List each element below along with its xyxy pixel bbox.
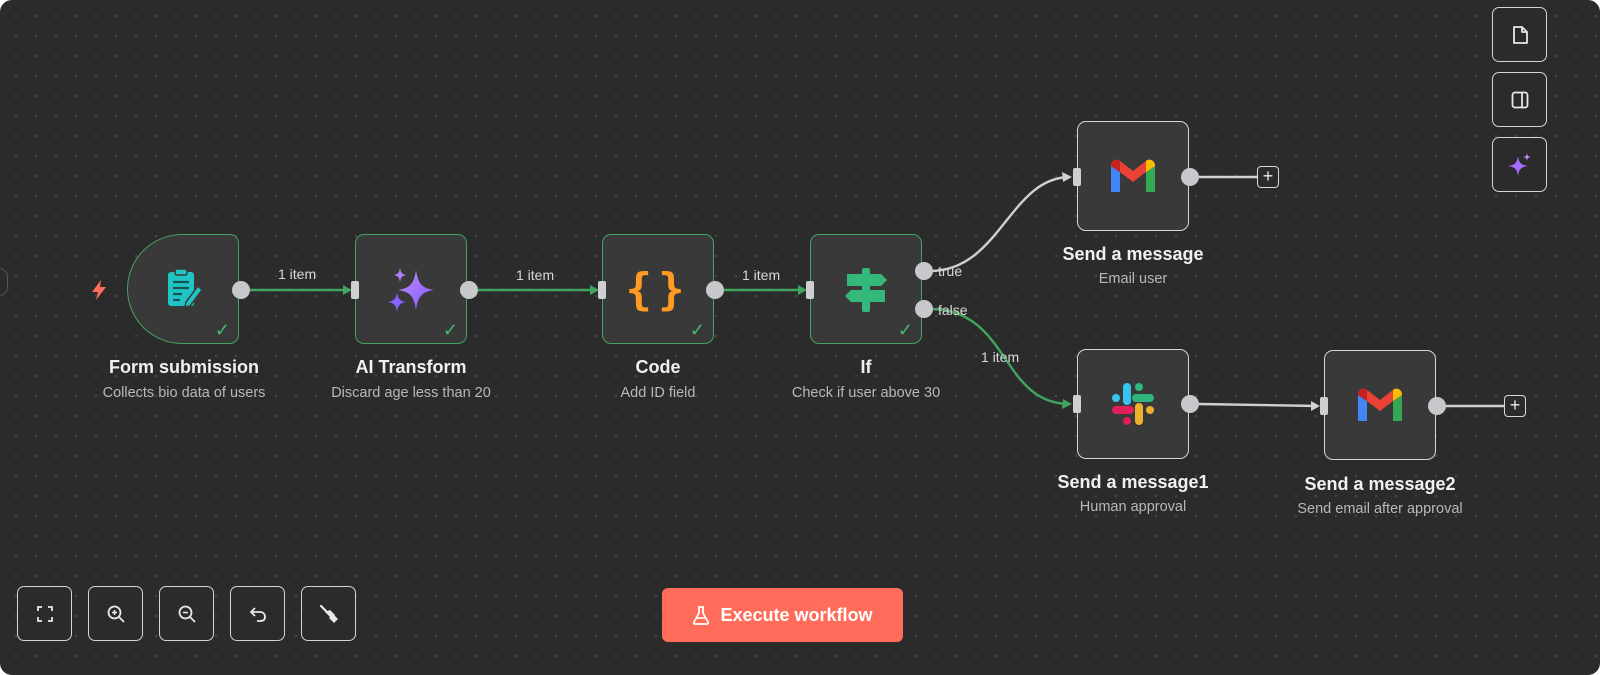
output-port-true[interactable]	[915, 262, 933, 280]
slack-icon	[1112, 383, 1154, 425]
node-title: Send a message	[1062, 244, 1204, 264]
node-send-message2[interactable]	[1324, 350, 1436, 460]
edge-label-false-slack: 1 item	[981, 349, 1020, 365]
input-port[interactable]	[351, 281, 359, 299]
undo-icon	[249, 606, 266, 622]
edge-label-form-ai: 1 item	[278, 266, 317, 282]
output-port[interactable]	[460, 281, 478, 299]
braces-icon: {}	[625, 263, 691, 315]
connections-layer	[250, 172, 1504, 411]
success-check-icon: ✓	[897, 320, 913, 340]
execute-workflow-button[interactable]: Execute workflow	[662, 588, 903, 642]
node-subtitle: Check if user above 30	[791, 385, 941, 401]
undo-button[interactable]	[230, 586, 285, 641]
node-title: AI Transform	[355, 357, 467, 377]
output-port[interactable]	[1181, 168, 1199, 186]
edge-slack-to-gmail2	[1197, 402, 1319, 408]
gmail-icon	[1111, 159, 1155, 192]
node-form-submission[interactable]: ✓	[127, 234, 239, 344]
form-icon	[168, 268, 203, 308]
clean-up-button[interactable]	[301, 586, 356, 641]
trigger-bolt-icon	[92, 280, 106, 300]
edge-label-code-if: 1 item	[742, 267, 781, 283]
fit-view-icon	[36, 605, 53, 622]
clean-up-icon	[319, 604, 338, 623]
node-send-message1[interactable]	[1077, 349, 1189, 459]
node-subtitle: Discard age less than 20	[331, 385, 491, 401]
node-subtitle: Collects bio data of users	[102, 385, 266, 401]
input-port[interactable]	[598, 281, 606, 299]
node-subtitle: Add ID field	[620, 385, 696, 401]
zoom-in-icon	[107, 605, 125, 623]
output-port-false[interactable]	[915, 300, 933, 318]
input-port[interactable]	[806, 281, 814, 299]
side-panel-icon	[1511, 91, 1528, 108]
node-title: Code	[635, 357, 681, 377]
success-check-icon: ✓	[442, 320, 458, 340]
success-check-icon: ✓	[214, 320, 230, 340]
input-port[interactable]	[1073, 395, 1081, 413]
input-port[interactable]	[1320, 397, 1328, 415]
ai-assistant-icon	[1507, 152, 1531, 176]
zoom-out-button[interactable]	[159, 586, 214, 641]
ai-sparkle-icon	[388, 268, 434, 312]
node-subtitle: Email user	[1098, 271, 1168, 287]
node-code[interactable]: {} ✓	[602, 234, 714, 344]
node-title: Send a message1	[1057, 472, 1209, 492]
add-node-button[interactable]: +	[1504, 395, 1526, 417]
output-port[interactable]	[1428, 397, 1446, 415]
success-check-icon: ✓	[689, 320, 705, 340]
ai-assistant-button[interactable]	[1492, 137, 1547, 192]
add-sticky-note-button[interactable]	[1492, 7, 1547, 62]
node-subtitle: Human approval	[1079, 499, 1187, 515]
node-send-message[interactable]	[1077, 121, 1189, 231]
node-subtitle: Send email after approval	[1297, 501, 1463, 517]
branch-label-true: true	[938, 263, 963, 279]
output-port[interactable]	[706, 281, 724, 299]
input-port[interactable]	[1073, 168, 1081, 186]
sticky-note-icon	[1512, 25, 1528, 44]
flask-icon	[693, 606, 710, 625]
zoom-out-icon	[178, 605, 196, 623]
zoom-in-button[interactable]	[88, 586, 143, 641]
add-node-button[interactable]: +	[1257, 166, 1279, 188]
arrowhead	[1062, 399, 1072, 409]
workflow-canvas[interactable]: 1 item 1 item 1 item 1 item true false ✓…	[0, 0, 1600, 675]
gmail-icon	[1358, 388, 1402, 421]
execute-workflow-label: Execute workflow	[720, 604, 873, 625]
branch-label-false: false	[938, 302, 968, 318]
toggle-side-panel-button[interactable]	[1492, 72, 1547, 127]
node-title: Form submission	[108, 357, 260, 377]
node-title: If	[860, 357, 872, 377]
node-title: Send a message2	[1304, 474, 1456, 494]
edge-label-ai-code: 1 item	[516, 267, 555, 283]
output-port[interactable]	[1181, 395, 1199, 413]
arrowhead	[1062, 172, 1072, 182]
signpost-icon	[845, 268, 887, 312]
fit-view-button[interactable]	[17, 586, 72, 641]
node-ai-transform[interactable]: ✓	[355, 234, 467, 344]
node-if[interactable]: ✓	[810, 234, 922, 344]
output-port[interactable]	[232, 281, 250, 299]
arrowhead	[1311, 401, 1320, 411]
